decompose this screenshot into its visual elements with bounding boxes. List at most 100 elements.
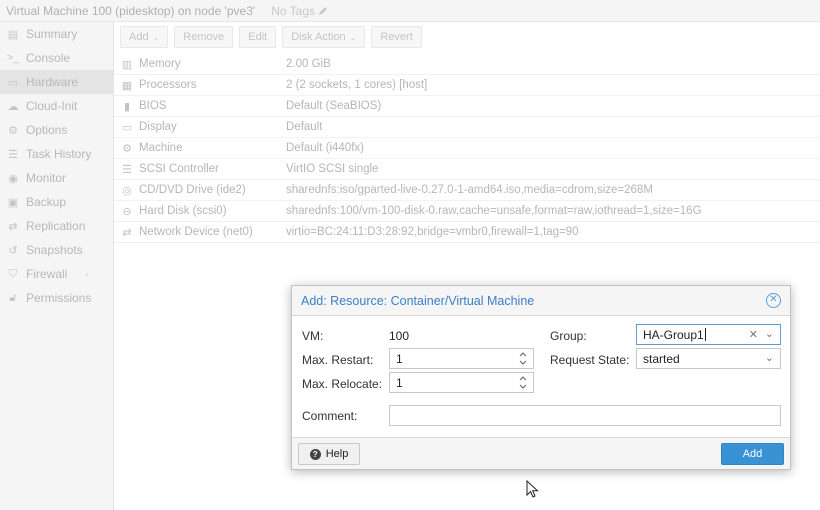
sidebar-item-firewall[interactable]: ⛉ Firewall › (0, 262, 113, 286)
remove-button[interactable]: Remove (174, 26, 234, 48)
memory-icon: ▥ (121, 58, 133, 71)
eye-icon: ◉ (8, 172, 18, 185)
max-relocate-value: 1 (396, 375, 403, 390)
hw-name: SCSI Controller (139, 163, 219, 175)
clear-icon[interactable]: ✕ (749, 328, 758, 341)
mouse-pointer-icon (526, 480, 539, 498)
vm-value: 100 (389, 329, 410, 343)
add-button[interactable]: Add (721, 443, 784, 465)
table-row[interactable]: ▭ Display Default (114, 117, 820, 138)
chevron-down-icon: ⌄ (764, 352, 774, 364)
dialog-title: Add: Resource: Container/Virtual Machine (301, 293, 535, 308)
add-button-label: Add (742, 448, 763, 460)
tags[interactable]: No Tags (271, 4, 328, 18)
pencil-icon (319, 6, 327, 15)
floppy-icon: ▣ (7, 196, 19, 209)
question-icon: ? (309, 448, 321, 460)
retweet-icon: ⇄ (8, 220, 18, 233)
max-restart-stepper[interactable]: 1 (389, 348, 534, 369)
sidebar-item-cloud-init[interactable]: ☁ Cloud-Init (0, 94, 113, 118)
hw-value: VirtIO SCSI single (286, 163, 379, 175)
table-row[interactable]: ⇄ Network Device (net0) virtio=BC:24:11:D3… (114, 222, 820, 243)
max-restart-label: Max. Restart: (302, 353, 374, 367)
edit-label: Edit (248, 31, 268, 43)
spinner-arrows-icon[interactable] (518, 374, 528, 391)
dialog-header: Add: Resource: Container/Virtual Machine (292, 286, 790, 316)
sidebar-item-replication[interactable]: ⇄ Replication (0, 214, 113, 238)
book-icon: ▤ (7, 28, 19, 41)
sidebar-item-console[interactable]: >_ Console (0, 46, 113, 70)
chevron-down-icon: ⌄ (349, 32, 357, 42)
disk-action-label: Disk Action (291, 31, 346, 43)
comment-label: Comment: (302, 409, 358, 423)
vm-label: VM: (302, 329, 324, 343)
hw-value: Default (i440fx) (286, 142, 364, 154)
table-row[interactable]: ▥ Memory 2.00 GiB (114, 54, 820, 75)
sidebar-item-label: Snapshots (26, 243, 83, 257)
table-row[interactable]: ▦ Processors 2 (2 sockets, 1 cores) [host] (114, 75, 820, 96)
hw-value: virtio=BC:24:11:D3:28:92,bridge=vmbr0,fi… (286, 226, 579, 238)
chevron-right-icon: › (85, 269, 89, 279)
table-row[interactable]: ⚙ Machine Default (i440fx) (114, 138, 820, 159)
sidebar-item-permissions[interactable]: 🔓︎ Permissions (0, 286, 113, 310)
hw-value: 2 (2 sockets, 1 cores) [host] (286, 79, 428, 91)
revert-label: Revert (380, 31, 413, 43)
table-row[interactable]: ⊖ Hard Disk (scsi0) sharednfs:100/vm-100-d… (114, 201, 820, 222)
sidebar-item-label: Cloud-Init (26, 99, 78, 113)
request-state-value: started (643, 351, 680, 366)
max-relocate-label: Max. Relocate: (302, 377, 383, 391)
max-relocate-stepper[interactable]: 1 (389, 372, 534, 393)
group-label: Group: (550, 329, 587, 343)
shield-icon: ⛉ (8, 267, 18, 280)
remove-label: Remove (183, 31, 225, 43)
sidebar-item-options[interactable]: ⚙ Options (0, 118, 113, 142)
desktop-icon: ▭ (121, 121, 133, 134)
table-row[interactable]: ▮ BIOS Default (SeaBIOS) (114, 96, 820, 117)
cdrom-icon: ◎ (122, 184, 132, 197)
close-icon[interactable]: ✕ (766, 293, 781, 308)
sidebar-item-monitor[interactable]: ◉ Monitor (0, 166, 113, 190)
hw-name: CD/DVD Drive (ide2) (139, 184, 246, 196)
sidebar-item-label: Options (26, 123, 68, 137)
cloud-icon: ☁ (7, 100, 19, 113)
edit-button[interactable]: Edit (239, 26, 277, 48)
gear-icon: ⚙ (8, 124, 18, 137)
request-state-select[interactable]: started ⌄ (636, 348, 781, 369)
comment-field[interactable] (389, 405, 781, 426)
terminal-icon: >_ (6, 52, 20, 64)
hw-name: Machine (139, 142, 183, 154)
sidebar-item-task-history[interactable]: ☰ Task History (0, 142, 113, 166)
hardware-table: ▥ Memory 2.00 GiB ▦ Processors 2 (2 sockets,… (114, 54, 820, 243)
titlebar: Virtual Machine 100 (pidesktop) on node … (0, 0, 820, 22)
hw-name: BIOS (139, 100, 167, 112)
group-combobox[interactable]: HA-Group1 ✕ ⌄ (636, 324, 781, 345)
sidebar-item-summary[interactable]: ▤ Summary (0, 22, 113, 46)
database-icon: ☰ (122, 163, 132, 176)
vm-title: Virtual Machine 100 (pidesktop) on node … (6, 3, 256, 18)
sidebar-item-label: Hardware (26, 75, 79, 89)
sidebar-item-hardware[interactable]: ▭ Hardware (0, 70, 113, 94)
add-menu-button[interactable]: Add ⌄ (120, 26, 169, 48)
monitor-icon: ▭ (7, 76, 19, 89)
hw-value: sharednfs:100/vm-100-disk-0.raw,cache=un… (286, 205, 702, 217)
hw-value: sharednfs:iso/gparted-live-0.27.0-1-amd6… (286, 184, 653, 196)
max-restart-value: 1 (396, 351, 403, 366)
hw-value: 2.00 GiB (286, 58, 331, 70)
spinner-arrows-icon[interactable] (518, 350, 528, 367)
sidebar-item-snapshots[interactable]: ↺ Snapshots (0, 238, 113, 262)
sidebar-item-label: Task History (26, 147, 92, 161)
microchip-icon: ▮ (123, 100, 131, 113)
sidebar-item-backup[interactable]: ▣ Backup (0, 190, 113, 214)
table-row[interactable]: ◎ CD/DVD Drive (ide2) sharednfs:iso/gparte… (114, 180, 820, 201)
help-button[interactable]: ? Help (298, 443, 360, 465)
revert-button[interactable]: Revert (371, 26, 422, 48)
group-value: HA-Group1 (643, 327, 704, 342)
hw-value: Default (SeaBIOS) (286, 100, 382, 112)
text-caret (704, 328, 706, 341)
disk-action-button[interactable]: Disk Action ⌄ (282, 26, 366, 48)
sidebar-item-label: Summary (26, 27, 78, 41)
chevron-down-icon[interactable]: ⌄ (765, 327, 774, 340)
sidebar-item-label: Permissions (26, 291, 92, 305)
list-icon: ☰ (8, 148, 18, 161)
table-row[interactable]: ☰ SCSI Controller VirtIO SCSI single (114, 159, 820, 180)
